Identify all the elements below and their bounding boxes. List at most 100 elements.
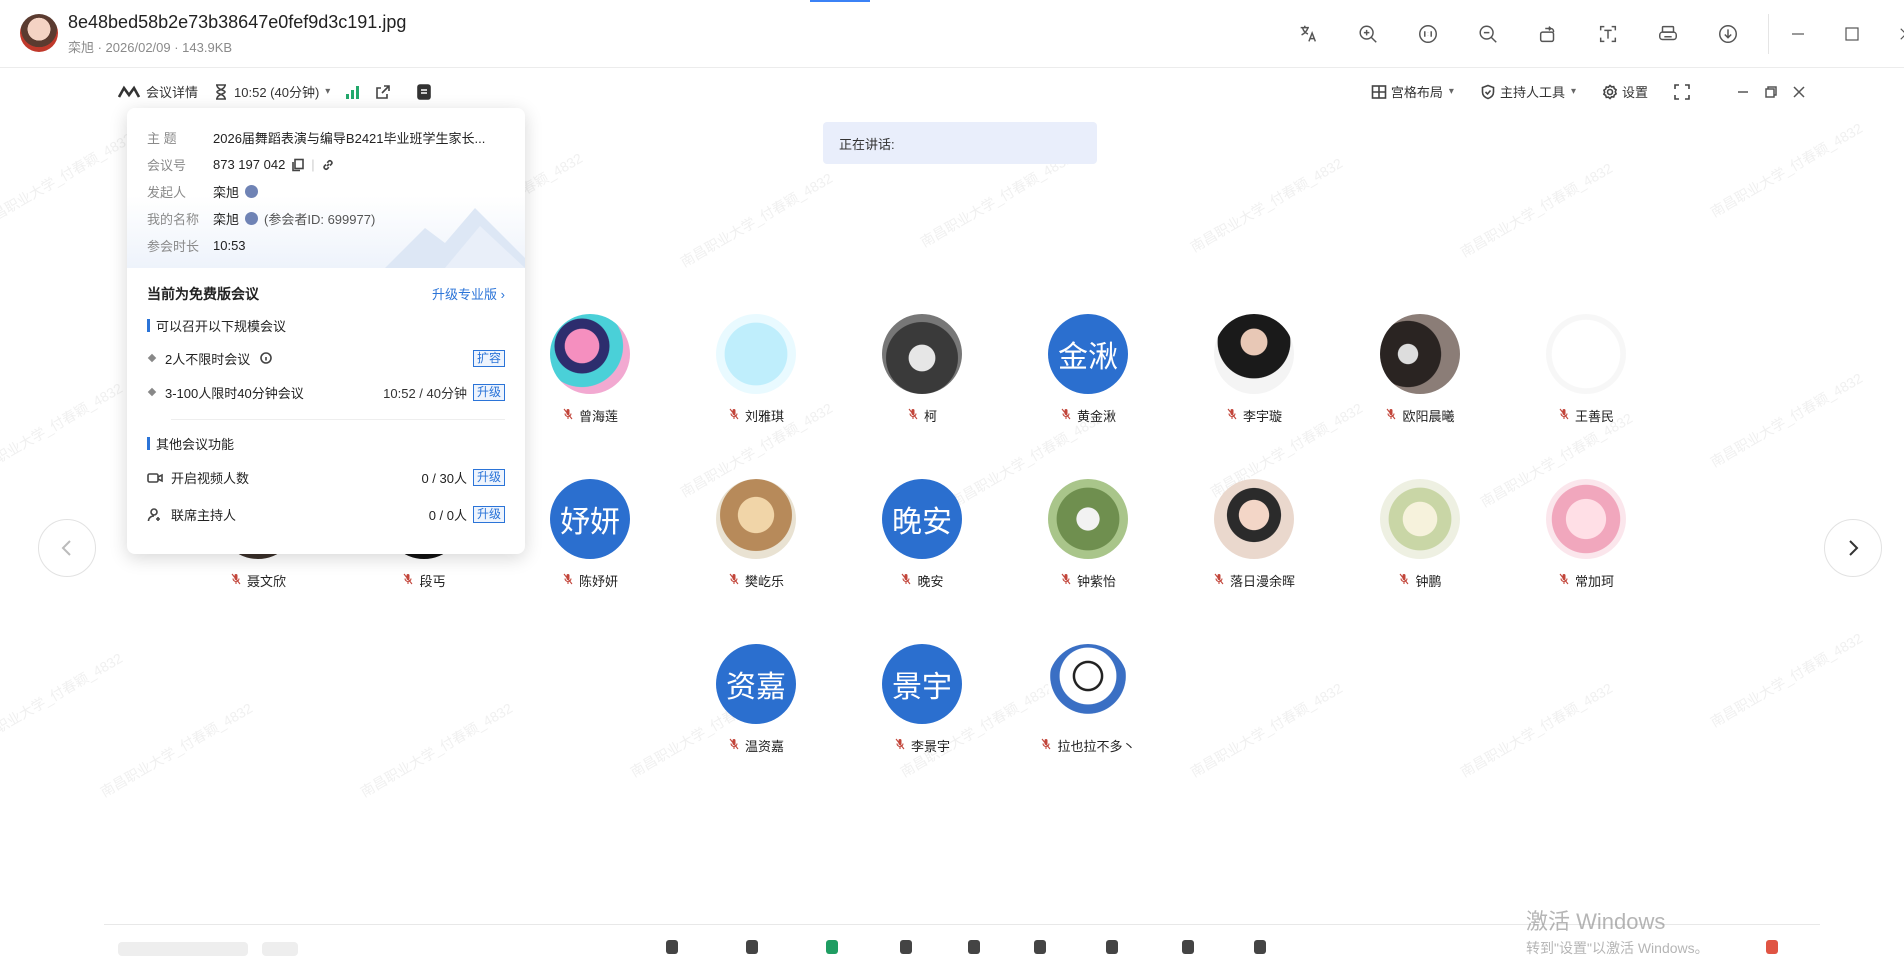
next-page-button[interactable] xyxy=(1824,519,1882,577)
participant-tile[interactable]: 樊屹乐 xyxy=(696,479,816,590)
participant-tile[interactable]: 柯 xyxy=(862,314,982,425)
participant-tile[interactable]: 钟鹏 xyxy=(1360,479,1480,590)
meeting-toolbar: 会议详情 10:52 (40分钟) ▾ 宫格布局 ▾ 主持人工具 ▾ 设置 xyxy=(104,72,1820,112)
my-name-key: 我的名称 xyxy=(147,212,200,227)
activation-subtitle: 转到"设置"以激活 Windows。 xyxy=(1526,940,1709,956)
muted-mic-icon xyxy=(1226,408,1238,423)
feature-label: 联席主持人 xyxy=(171,508,237,523)
participant-tile[interactable]: 资嘉 温资嘉 xyxy=(696,644,816,755)
print-icon[interactable] xyxy=(1650,18,1686,50)
muted-mic-icon xyxy=(907,408,919,423)
info-icon[interactable] xyxy=(260,352,273,364)
copy-icon[interactable] xyxy=(291,158,305,172)
link-icon[interactable] xyxy=(321,158,335,172)
feature-co-host: 联席主持人 0 / 0人 升级 xyxy=(127,496,525,533)
participant-tile[interactable]: 曾海莲 xyxy=(530,314,650,425)
participant-tile[interactable]: 欧阳晨曦 xyxy=(1360,314,1480,425)
upgrade-pro-link[interactable]: 升级专业版 › xyxy=(432,284,505,304)
windows-activation-watermark: 激活 Windows 转到"设置"以激活 Windows。 xyxy=(1526,904,1709,958)
upgrade-button[interactable]: 升级 xyxy=(472,506,505,523)
previous-page-button[interactable] xyxy=(38,519,96,577)
participant-avatar xyxy=(1048,644,1128,724)
participant-tile[interactable]: 拉也拉不多丶 xyxy=(1028,644,1148,755)
participant-avatar xyxy=(716,479,796,559)
feature-value: 0 / 0人 xyxy=(428,508,467,523)
audio-control[interactable] xyxy=(118,942,248,956)
participant-avatar: 金湫 xyxy=(1048,314,1128,394)
free-plan-header: 当前为免费版会议 升级专业版 › xyxy=(127,268,525,304)
meeting-details-button[interactable]: 会议详情 xyxy=(146,82,198,101)
participant-name-row: 王善民 xyxy=(1526,406,1646,425)
participant-name-row: 常加珂 xyxy=(1526,571,1646,590)
external-link-icon[interactable] xyxy=(375,84,391,100)
zoom-in-icon[interactable] xyxy=(1350,18,1386,50)
grid-layout-button[interactable]: 宫格布局 ▾ xyxy=(1371,82,1454,101)
signal-strength-icon[interactable] xyxy=(346,85,360,99)
participant-tile[interactable]: 王善民 xyxy=(1526,314,1646,425)
muted-mic-icon xyxy=(1398,573,1410,588)
minimize-icon[interactable] xyxy=(1736,85,1750,99)
participant-tile[interactable]: 景宇 李景宇 xyxy=(862,644,982,755)
bullet-icon xyxy=(147,353,157,363)
participant-name: 钟鹏 xyxy=(1415,574,1442,589)
meeting-id-value: 873 197 042 xyxy=(213,157,286,172)
section-meeting-scale: 可以召开以下规模会议 xyxy=(127,304,525,335)
notes-icon[interactable] xyxy=(417,83,432,100)
participant-tile[interactable]: 李宇璇 xyxy=(1194,314,1314,425)
muted-mic-icon xyxy=(230,573,242,588)
chevron-right-icon: › xyxy=(500,287,505,302)
hourglass-icon xyxy=(214,83,228,100)
image-viewer-titlebar: 8e48bed58b2e73b38647e0fef9d3c191.jpg 栾旭 … xyxy=(0,0,1904,68)
participant-tile[interactable]: 常加珂 xyxy=(1526,479,1646,590)
plan-item-label: 3-100人限时40分钟会议 xyxy=(165,385,304,401)
chevron-left-icon xyxy=(61,540,71,556)
close-icon[interactable] xyxy=(1792,85,1806,99)
upgrade-button[interactable]: 升级 xyxy=(472,469,505,486)
participant-name-row: 温资嘉 xyxy=(696,736,816,755)
expand-capacity-button[interactable]: 扩容 xyxy=(472,349,505,367)
muted-mic-icon xyxy=(728,738,740,753)
plan-item-hundred-person: 3-100人限时40分钟会议 10:52 / 40分钟 升级 xyxy=(127,375,525,409)
participant-avatar xyxy=(1546,479,1626,559)
loading-indicator xyxy=(810,0,870,2)
speaking-indicator: 正在讲话: xyxy=(823,122,1097,164)
participant-tile[interactable]: 钟紫怡 xyxy=(1028,479,1148,590)
duration-value: 10:53 xyxy=(213,238,246,253)
host-tools-button[interactable]: 主持人工具 ▾ xyxy=(1480,82,1576,101)
my-name-value: 栾旭 xyxy=(213,212,240,227)
zoom-out-icon[interactable] xyxy=(1470,18,1506,50)
grid-layout-label: 宫格布局 xyxy=(1390,85,1443,100)
gear-icon xyxy=(1602,83,1618,100)
upgrade-button[interactable]: 升级 xyxy=(472,383,505,401)
participant-tile[interactable]: 落日漫余晖 xyxy=(1194,479,1314,590)
actual-size-icon[interactable] xyxy=(1410,18,1446,50)
fullscreen-icon[interactable] xyxy=(1674,83,1690,100)
section-title: 可以召开以下规模会议 xyxy=(156,319,287,334)
participant-name: 刘雅琪 xyxy=(744,409,784,424)
host-key: 发起人 xyxy=(147,185,187,200)
minimize-icon[interactable] xyxy=(1780,18,1816,50)
maximize-icon[interactable] xyxy=(1834,18,1870,50)
settings-button[interactable]: 设置 xyxy=(1602,82,1648,101)
participant-tile[interactable]: 妤妍 陈妤妍 xyxy=(530,479,650,590)
download-icon[interactable] xyxy=(1710,18,1746,50)
watermark-text: 南昌职业大学_付春颖_4832 xyxy=(0,379,126,481)
participant-tile[interactable]: 金湫 黄金湫 xyxy=(1028,314,1148,425)
chevron-right-icon xyxy=(1849,540,1859,556)
participant-tile[interactable]: 晚安 晚安 xyxy=(862,479,982,590)
restore-icon[interactable] xyxy=(1764,85,1778,99)
rotate-icon[interactable] xyxy=(1530,18,1566,50)
watermark-text: 南昌职业大学_付春颖_4832 xyxy=(1707,629,1866,731)
meeting-timer[interactable]: 10:52 (40分钟) ▾ xyxy=(234,82,330,101)
info-row-topic: 主 题 2026届舞蹈表演与编导B2421毕业班学生家长... xyxy=(147,124,505,151)
participant-name: 李宇璇 xyxy=(1242,409,1282,424)
text-extract-icon[interactable] xyxy=(1590,18,1626,50)
close-icon[interactable] xyxy=(1888,18,1904,50)
participant-name-row: 刘雅琪 xyxy=(696,406,816,425)
translate-icon[interactable] xyxy=(1290,18,1326,50)
audio-settings[interactable] xyxy=(262,942,298,956)
participant-tile[interactable]: 刘雅琪 xyxy=(696,314,816,425)
account-badge-icon xyxy=(245,212,259,225)
uploader-avatar[interactable] xyxy=(20,14,58,52)
participant-name-row: 聂文欣 xyxy=(198,571,318,590)
